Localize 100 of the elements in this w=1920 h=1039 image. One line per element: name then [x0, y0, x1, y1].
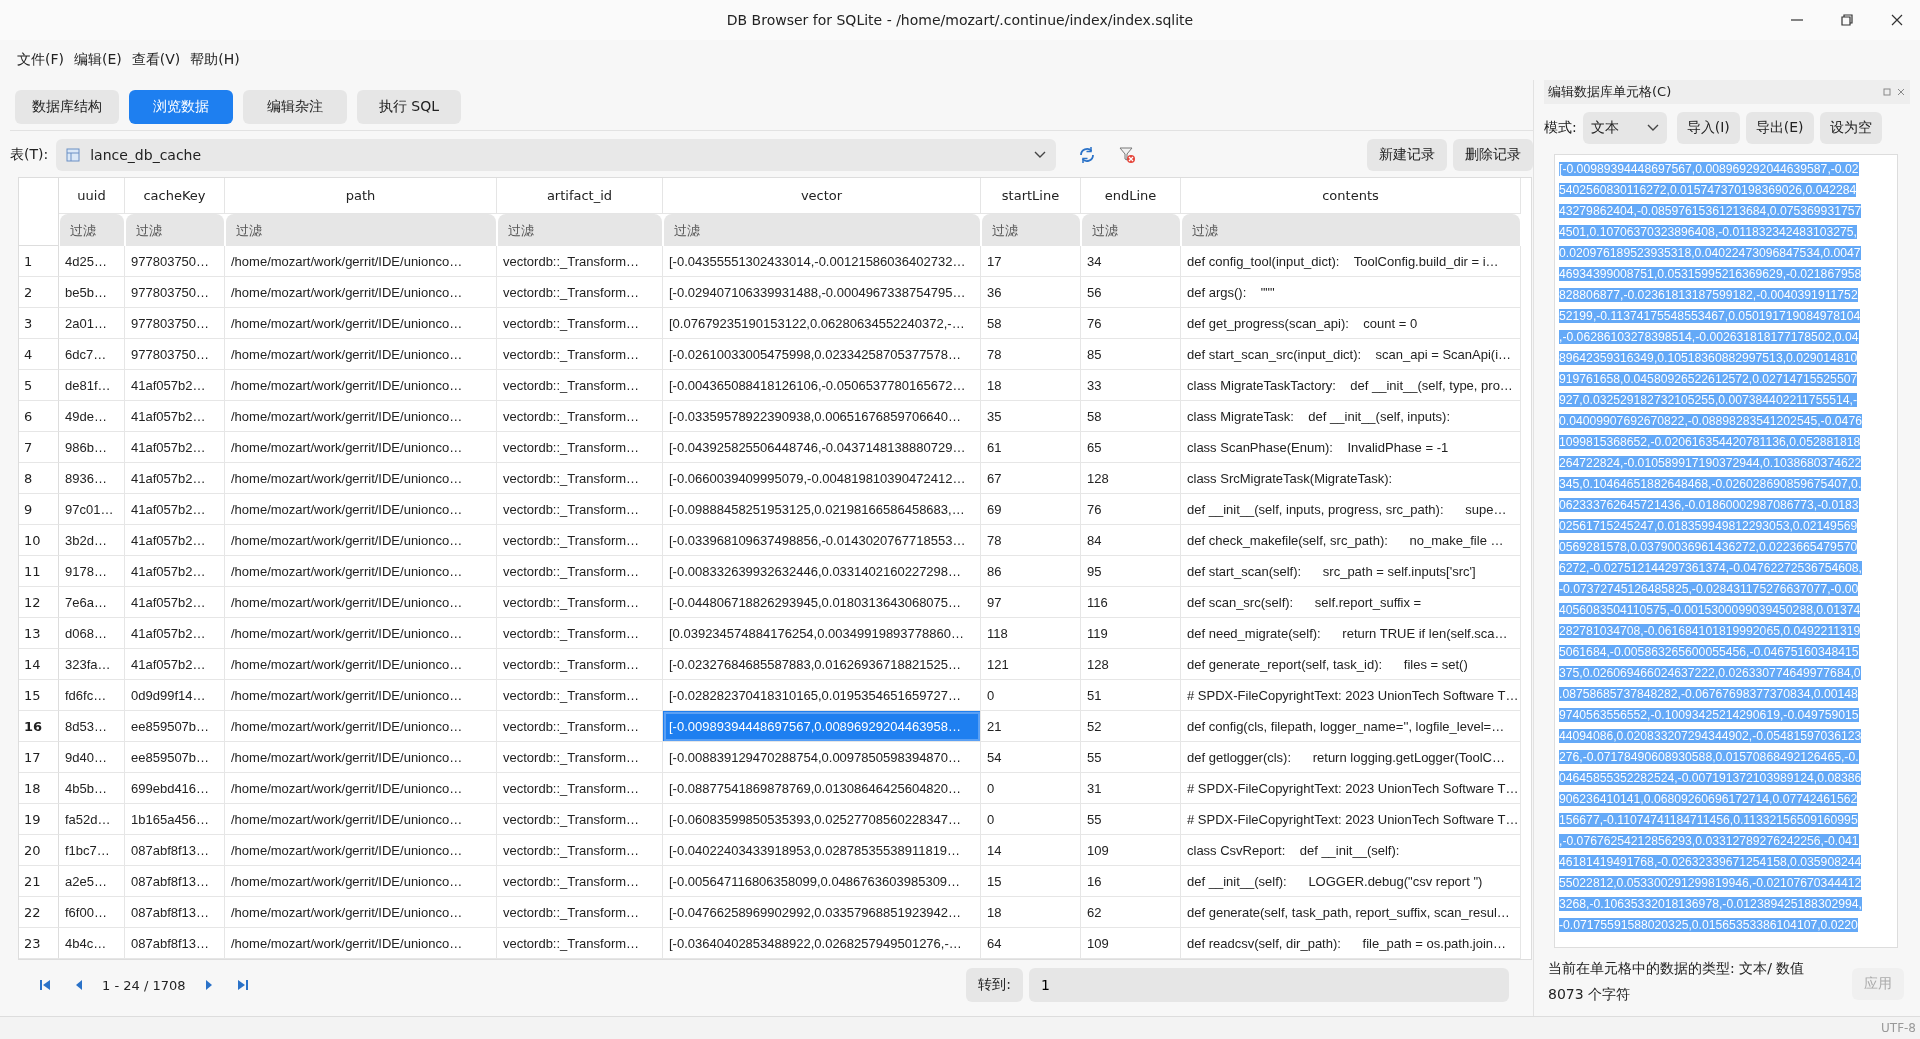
table-cell: 65 — [1081, 432, 1181, 463]
table-cell: vectordb::_Transform… — [497, 928, 663, 959]
row-number[interactable]: 2 — [19, 277, 59, 308]
toolbar-button[interactable]: 新建记录 — [1367, 139, 1447, 171]
table-cell: 4b4c… — [59, 928, 125, 959]
row-number[interactable]: 23 — [19, 928, 59, 959]
row-number[interactable]: 7 — [19, 432, 59, 463]
table-cell: [-0.008332639932632446,0.0331402160227298… — [663, 556, 981, 587]
table-label: 表(T): — [10, 146, 49, 164]
last-page-icon[interactable] — [235, 978, 250, 992]
table-cell: class MigrateTask: def __init__(self, inputs): — [1181, 401, 1521, 432]
table-cell: /home/mozart/work/gerrit/IDE/unionco… — [225, 308, 497, 339]
table-cell: /home/mozart/work/gerrit/IDE/unionco… — [225, 742, 497, 773]
refresh-icon[interactable] — [1078, 146, 1097, 164]
filter-field[interactable]: 过滤 — [982, 214, 1080, 246]
row-number[interactable]: 20 — [19, 835, 59, 866]
row-number[interactable]: 16 — [19, 711, 59, 742]
table-cell: 41af057b2… — [125, 587, 225, 618]
row-number[interactable]: 14 — [19, 649, 59, 680]
go-to-label: 转到: — [966, 968, 1023, 1002]
table-cell: 86 — [981, 556, 1081, 587]
first-page-icon[interactable] — [38, 978, 52, 992]
row-number[interactable]: 12 — [19, 587, 59, 618]
table-cell: /home/mozart/work/gerrit/IDE/unionco… — [225, 432, 497, 463]
tab[interactable]: 执行 SQL — [357, 90, 461, 124]
table-icon — [66, 148, 81, 162]
filter-field[interactable]: 过滤 — [226, 214, 496, 246]
column-header[interactable]: endLine — [1081, 178, 1181, 214]
row-number[interactable]: 19 — [19, 804, 59, 835]
column-header[interactable]: uuid — [59, 178, 125, 214]
table-cell: vectordb::_Transform… — [497, 525, 663, 556]
table-cell: [0.039234574884176254,0.00349919893778860… — [663, 618, 981, 649]
column-header[interactable]: cacheKey — [125, 178, 225, 214]
row-number[interactable]: 18 — [19, 773, 59, 804]
filter-field[interactable]: 过滤 — [664, 214, 980, 246]
table-cell: be5b… — [59, 277, 125, 308]
table-cell: vectordb::_Transform… — [497, 649, 663, 680]
table-cell: def check_makefile(self, src_path): no_make_file … — [1181, 525, 1521, 556]
table-cell: vectordb::_Transform… — [497, 618, 663, 649]
filter-field[interactable]: 过滤 — [126, 214, 224, 246]
filter-field[interactable]: 过滤 — [498, 214, 662, 246]
table-cell: def get_progress(scan_api): count = 0 — [1181, 308, 1521, 339]
row-number[interactable]: 17 — [19, 742, 59, 773]
table-cell: vectordb::_Transform… — [497, 277, 663, 308]
tab[interactable]: 编辑杂注 — [243, 90, 347, 124]
row-number[interactable]: 8 — [19, 463, 59, 494]
panel-button[interactable]: 导入(I) — [1676, 112, 1740, 144]
table-cell: 109 — [1081, 835, 1181, 866]
row-number[interactable]: 11 — [19, 556, 59, 587]
column-header[interactable]: vector — [663, 178, 981, 214]
row-number[interactable]: 15 — [19, 680, 59, 711]
go-to-field[interactable]: 1 — [1029, 968, 1509, 1002]
table-cell: 58 — [981, 308, 1081, 339]
tab[interactable]: 浏览数据 — [129, 90, 233, 124]
filter-field[interactable]: 过滤 — [60, 214, 124, 246]
column-header[interactable]: path — [225, 178, 497, 214]
table-cell: 58 — [1081, 401, 1181, 432]
table-cell: class MigrateTaskTactory: def __init__(self, type, pro… — [1181, 370, 1521, 401]
row-number[interactable]: 6 — [19, 401, 59, 432]
column-header[interactable]: contents — [1181, 178, 1521, 214]
table-dropdown[interactable]: lance_db_cache — [56, 139, 1057, 171]
table-cell: 17 — [981, 246, 1081, 277]
record-range: 1 - 24 / 1708 — [102, 977, 186, 993]
row-number[interactable]: 1 — [19, 246, 59, 277]
table-cell: 69 — [981, 494, 1081, 525]
panel-button[interactable]: 设为空 — [1819, 112, 1882, 144]
filter-field[interactable]: 过滤 — [1182, 214, 1520, 246]
table-cell: 0d9d99f14… — [125, 680, 225, 711]
close-icon[interactable] — [1890, 13, 1904, 27]
menu-item[interactable]: 帮助(H) — [190, 51, 240, 69]
row-number[interactable]: 4 — [19, 339, 59, 370]
table-cell: 9d40… — [59, 742, 125, 773]
toolbar-button[interactable]: 删除记录 — [1453, 139, 1533, 171]
tab[interactable]: 数据库结构 — [15, 90, 119, 124]
column-header[interactable]: artifact_id — [497, 178, 663, 214]
row-number[interactable]: 9 — [19, 494, 59, 525]
row-number[interactable]: 21 — [19, 866, 59, 897]
row-number[interactable]: 22 — [19, 897, 59, 928]
row-number[interactable]: 5 — [19, 370, 59, 401]
menu-item[interactable]: 文件(F) — [17, 51, 64, 69]
table-cell: 087abf8f13… — [125, 835, 225, 866]
table-cell: 18 — [981, 370, 1081, 401]
menu-item[interactable]: 编辑(E) — [74, 51, 122, 69]
table-cell: /home/mozart/work/gerrit/IDE/unionco… — [225, 897, 497, 928]
row-number[interactable]: 3 — [19, 308, 59, 339]
panel-button[interactable]: 导出(E) — [1745, 112, 1814, 144]
table-cell: [-0.06083599850535393,0.02527708560228347… — [663, 804, 981, 835]
menu-item[interactable]: 查看(V) — [131, 51, 181, 69]
row-number[interactable]: 13 — [19, 618, 59, 649]
filter-field[interactable]: 过滤 — [1082, 214, 1180, 246]
table-cell: 54 — [981, 742, 1081, 773]
table-cell: 0 — [981, 680, 1081, 711]
table-cell: [-0.02610033005475998,0.02334258705377578… — [663, 339, 981, 370]
restore-icon[interactable] — [1840, 13, 1854, 27]
mode-dropdown[interactable]: 文本 — [1582, 112, 1667, 144]
table-cell: [-0.08877541869878769,0.01308646425604820… — [663, 773, 981, 804]
row-number[interactable]: 10 — [19, 525, 59, 556]
table-cell: [0.07679235190153122,0.06280634552240372,-… — [663, 308, 981, 339]
column-header[interactable]: startLine — [981, 178, 1081, 214]
clear-filter-icon[interactable] — [1118, 146, 1137, 164]
